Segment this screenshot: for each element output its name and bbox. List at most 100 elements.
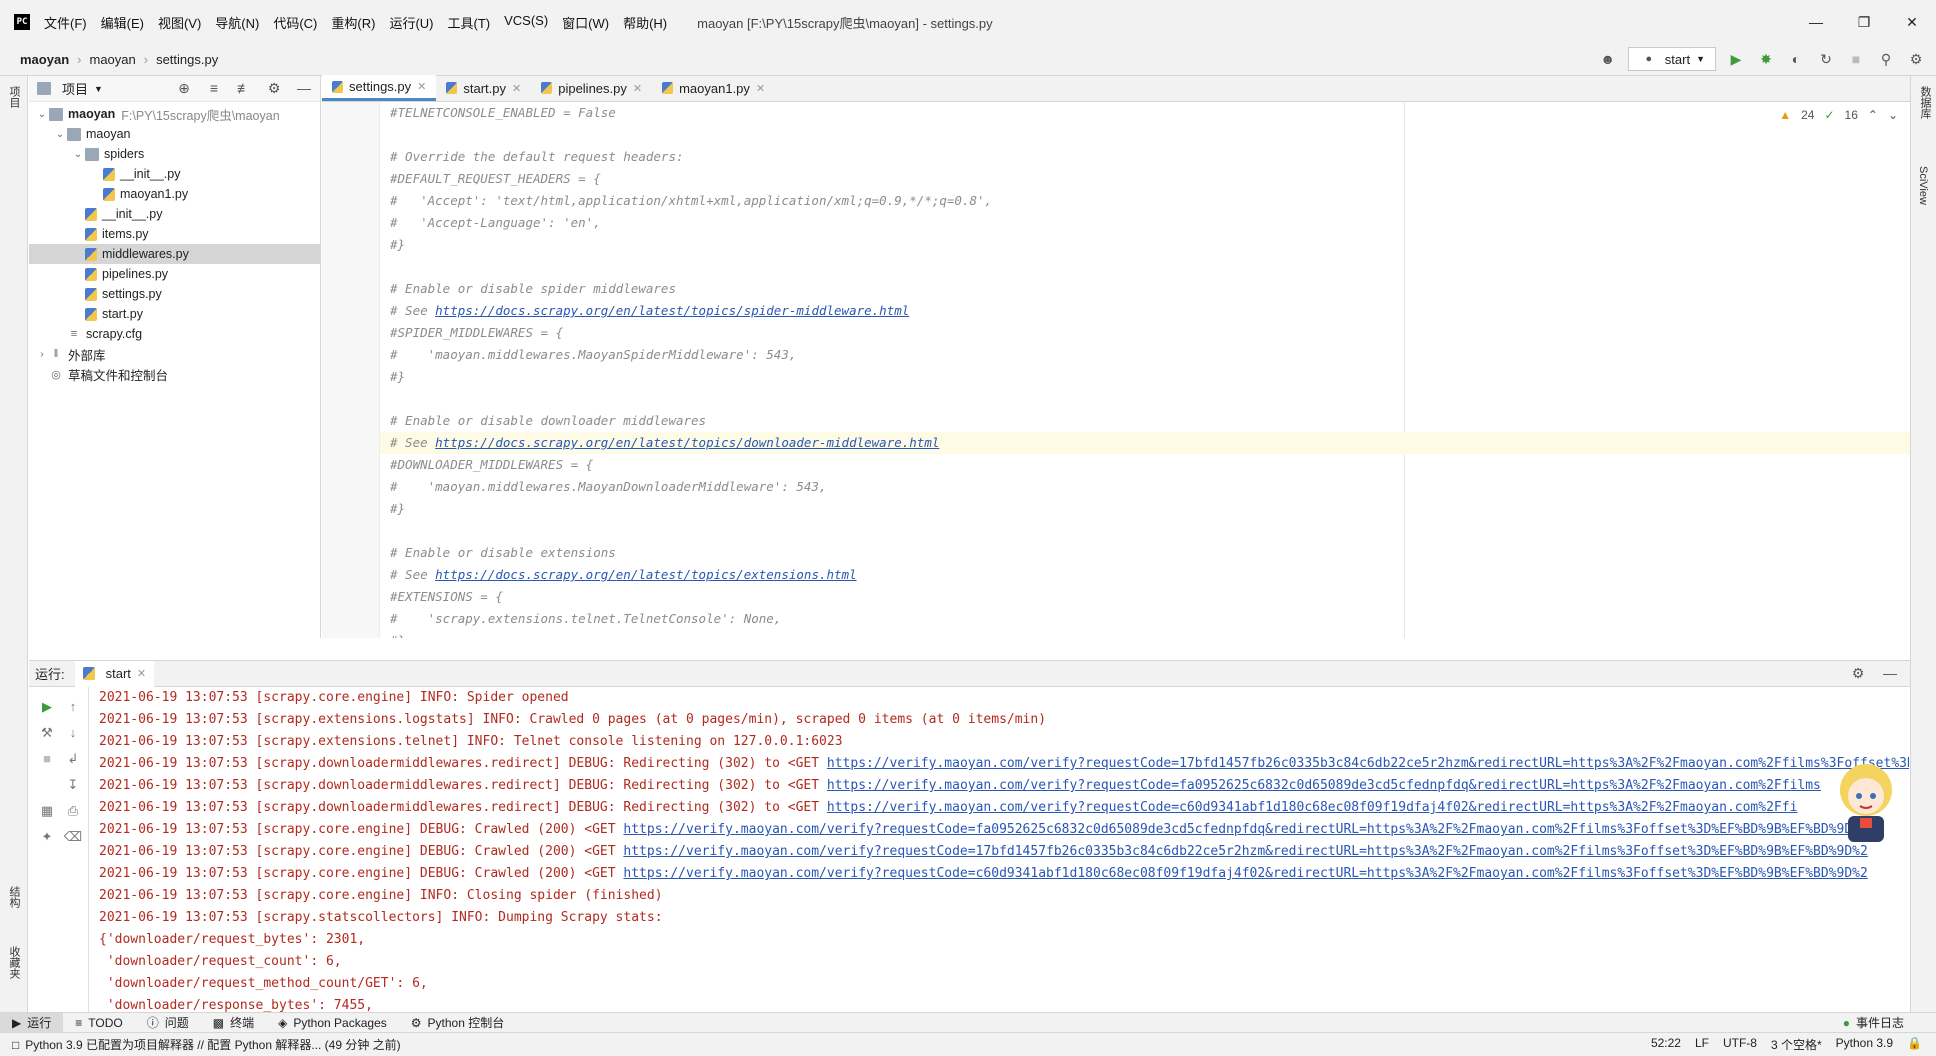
menu-item[interactable]: 文件(F) <box>44 13 87 32</box>
run-icon[interactable]: ▶ <box>1726 51 1746 68</box>
editor-tab[interactable]: start.py ✕ <box>436 75 531 101</box>
close-icon[interactable]: ✕ <box>512 82 521 95</box>
console-output[interactable]: 2021-06-19 13:07:53 [scrapy.core.engine]… <box>89 687 1909 1013</box>
wrench-icon[interactable]: ⚒ <box>37 725 57 741</box>
pin-icon[interactable]: ✦ <box>37 829 57 845</box>
profile-icon[interactable]: ↻ <box>1816 51 1836 68</box>
tree-item[interactable]: ⌄ maoyan F:\PY\15scrapy爬虫\maoyan <box>29 104 320 124</box>
editor-tab[interactable]: settings.py ✕ <box>322 75 437 101</box>
close-icon[interactable]: ✕ <box>1888 0 1936 44</box>
console-link[interactable]: https://verify.maoyan.com/verify?request… <box>623 822 1867 837</box>
tree-item[interactable]: start.py <box>29 304 320 324</box>
run-config-select[interactable]: ● start ▼ <box>1627 47 1716 71</box>
caret-position[interactable]: 52:22 <box>1651 1036 1681 1053</box>
tree-item[interactable]: maoyan1.py <box>29 184 320 204</box>
console-link[interactable]: https://verify.maoyan.com/verify?request… <box>623 866 1867 881</box>
chevron-down-icon[interactable]: ⌄ <box>35 109 49 120</box>
breadcrumb-file[interactable]: settings.py <box>156 52 218 67</box>
file-encoding[interactable]: UTF-8 <box>1723 1036 1757 1053</box>
tab-favorites-vertical[interactable]: 收藏夹 <box>6 946 22 979</box>
tab-terminal[interactable]: ▩ 终端 <box>201 1014 266 1031</box>
project-title[interactable]: 项目 <box>62 79 88 98</box>
scroll-end-icon[interactable]: ↧ <box>63 777 83 793</box>
tab-run[interactable]: ▶ 运行 <box>0 1012 64 1033</box>
hide-icon[interactable]: — <box>294 80 314 97</box>
menu-item[interactable]: 窗口(W) <box>562 13 609 32</box>
close-icon[interactable]: ✕ <box>417 80 426 93</box>
chevron-down-icon[interactable]: ▼ <box>94 84 103 94</box>
event-log-button[interactable]: ● 事件日志 <box>1831 1014 1916 1031</box>
maximize-icon[interactable]: ❐ <box>1840 0 1888 44</box>
user-icon[interactable]: ☻ <box>1598 51 1618 67</box>
console-link[interactable]: https://verify.maoyan.com/verify?request… <box>827 800 1798 815</box>
tree-item[interactable]: settings.py <box>29 284 320 304</box>
tab-problems[interactable]: ⓘ 问题 <box>135 1014 201 1031</box>
inspection-widget[interactable]: ▲ 24 ✓ 16 ⌃ ⌄ <box>1779 108 1898 122</box>
tab-database-vertical[interactable]: 数据库 <box>1917 86 1933 119</box>
arrow-down-icon[interactable]: ↓ <box>63 725 83 740</box>
gear-icon[interactable]: ⚙ <box>1848 665 1868 682</box>
console-link[interactable]: https://verify.maoyan.com/verify?request… <box>623 844 1867 859</box>
tab-project-vertical[interactable]: 项目 <box>6 86 22 108</box>
close-icon[interactable]: ✕ <box>137 667 146 680</box>
code-link[interactable]: https://docs.scrapy.org/en/latest/topics… <box>435 435 939 450</box>
coverage-icon[interactable]: ◐ <box>1786 51 1806 67</box>
arrow-up-icon[interactable]: ↑ <box>63 699 83 714</box>
tree-item[interactable]: ◎ 草稿文件和控制台 <box>29 364 320 384</box>
menu-item[interactable]: VCS(S) <box>504 13 548 32</box>
console-link[interactable]: https://verify.maoyan.com/verify?request… <box>827 778 1821 793</box>
tree-item[interactable]: ⌄ maoyan <box>29 124 320 144</box>
breadcrumb-project[interactable]: maoyan <box>20 52 69 67</box>
menu-item[interactable]: 运行(U) <box>389 13 433 32</box>
expand-all-icon[interactable]: ≡ <box>204 80 224 97</box>
tab-sciview-vertical[interactable]: SciView <box>1917 166 1929 205</box>
search-icon[interactable]: ⚲ <box>1876 51 1896 68</box>
tree-item[interactable]: ⌄ spiders <box>29 144 320 164</box>
stop-icon[interactable]: ■ <box>37 751 57 766</box>
lock-icon[interactable]: 🔒 <box>1907 1036 1922 1053</box>
menu-item[interactable]: 工具(T) <box>447 13 490 32</box>
menu-item[interactable]: 重构(R) <box>331 13 375 32</box>
gear-icon[interactable]: ⚙ <box>264 80 284 97</box>
status-toggle-icon[interactable]: □ <box>12 1038 19 1052</box>
line-separator[interactable]: LF <box>1695 1036 1709 1053</box>
chevron-down-icon[interactable]: ⌄ <box>53 129 67 140</box>
tree-item[interactable]: middlewares.py <box>29 244 320 264</box>
code-area[interactable]: 37#TELNETCONSOLE_ENABLED = False3839# Ov… <box>380 102 1910 638</box>
editor-tab[interactable]: maoyan1.py ✕ <box>652 75 775 101</box>
print-icon[interactable]: ⎙ <box>63 803 83 819</box>
layout-icon[interactable]: ▦ <box>37 803 57 819</box>
gear-icon[interactable]: ⚙ <box>1906 51 1926 68</box>
editor-tab[interactable]: pipelines.py ✕ <box>531 75 652 101</box>
minimize-icon[interactable]: — <box>1792 0 1840 44</box>
console-link[interactable]: https://verify.maoyan.com/verify?request… <box>827 756 1909 771</box>
close-icon[interactable]: ✕ <box>756 82 765 95</box>
chevron-up-icon[interactable]: ⌃ <box>1868 108 1878 122</box>
locate-icon[interactable]: ⊕ <box>174 80 194 97</box>
menu-item[interactable]: 代码(C) <box>273 13 317 32</box>
menu-item[interactable]: 视图(V) <box>158 13 201 32</box>
tree-item[interactable]: items.py <box>29 224 320 244</box>
run-tab[interactable]: start ✕ <box>74 660 155 687</box>
collapse-all-icon[interactable]: ≢ <box>234 80 254 97</box>
code-link[interactable]: https://docs.scrapy.org/en/latest/topics… <box>435 567 856 582</box>
tab-python-packages[interactable]: ◈ Python Packages <box>266 1016 399 1030</box>
close-icon[interactable]: ✕ <box>633 82 642 95</box>
tree-item[interactable]: __init__.py <box>29 204 320 224</box>
chevron-down-icon[interactable]: ⌄ <box>1888 108 1898 122</box>
menu-item[interactable]: 帮助(H) <box>623 13 667 32</box>
tab-structure-vertical[interactable]: 结构 <box>6 886 22 908</box>
tree-item[interactable]: › ‖ 外部库 <box>29 344 320 364</box>
hide-icon[interactable]: — <box>1880 665 1900 682</box>
chevron-right-icon[interactable]: › <box>35 349 49 360</box>
trash-icon[interactable]: ⌫ <box>63 829 83 845</box>
interpreter[interactable]: Python 3.9 <box>1836 1036 1893 1053</box>
soft-wrap-icon[interactable]: ↲ <box>63 751 83 767</box>
code-link[interactable]: https://docs.scrapy.org/en/latest/topics… <box>435 303 909 318</box>
status-message[interactable]: Python 3.9 已配置为项目解释器 // 配置 Python 解释器...… <box>25 1036 400 1053</box>
tree-item[interactable]: pipelines.py <box>29 264 320 284</box>
breadcrumb-package[interactable]: maoyan <box>89 52 135 67</box>
menu-item[interactable]: 编辑(E) <box>101 13 144 32</box>
indent-setting[interactable]: 3 个空格* <box>1771 1036 1822 1053</box>
rerun-icon[interactable]: ▶ <box>37 699 57 715</box>
